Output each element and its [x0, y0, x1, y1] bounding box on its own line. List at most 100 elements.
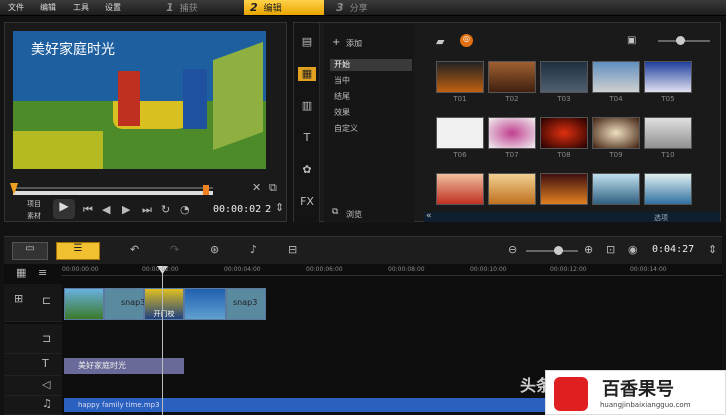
zoom-out-icon[interactable]: ⊖ — [508, 243, 517, 256]
text-clip[interactable]: 美好家庭时光 — [64, 358, 184, 374]
ruler-label: 00:00:04:00 — [224, 266, 261, 273]
ruler-label: 00:00:00:00 — [62, 266, 99, 273]
scrub-end-marker[interactable] — [203, 185, 209, 195]
video-clip[interactable]: snap3 — [104, 288, 145, 320]
title-overlay-text: 美好家庭时光 — [31, 42, 115, 58]
template-grid: T01 T02 T03 T04 T05 T06 T07 T08 T09 T10 — [430, 57, 720, 217]
template-label: T08 — [557, 151, 571, 159]
media-icon[interactable]: ▤ — [298, 35, 316, 49]
title-transition-clip[interactable]: 开门校 — [144, 288, 184, 320]
folder-icon[interactable]: ▰ — [436, 35, 444, 48]
zoom-in-icon[interactable]: ⊕ — [584, 243, 593, 256]
chapter-icon[interactable]: ≡ — [38, 266, 47, 279]
ruler-label: 00:00:10:00 — [470, 266, 507, 273]
template-thumb[interactable] — [644, 117, 692, 149]
zoom-slider[interactable] — [526, 250, 578, 252]
duration-stepper-icon[interactable]: ⇕ — [708, 243, 717, 256]
flowers-area — [13, 131, 103, 169]
template-thumb[interactable] — [540, 61, 588, 93]
add-icon[interactable]: + — [332, 37, 340, 48]
category-item[interactable]: 结尾 — [330, 91, 412, 103]
template-label: T04 — [609, 95, 623, 103]
template-thumb[interactable] — [592, 173, 640, 205]
track-manager-icon[interactable]: ▦ — [16, 266, 26, 279]
voice-track-icon[interactable]: ◁ — [42, 378, 50, 391]
scrub-track — [13, 187, 213, 189]
repeat-icon[interactable]: ↻ — [161, 203, 170, 216]
next-frame-icon[interactable]: ▶ — [122, 203, 130, 216]
auto-music-icon[interactable]: ⊟ — [288, 243, 297, 256]
record-icon[interactable]: ◎ — [460, 34, 473, 47]
redo-icon[interactable]: ↷ — [170, 243, 179, 256]
menu-tools[interactable]: 工具 — [73, 2, 89, 13]
category-item[interactable]: 自定义 — [330, 123, 412, 135]
template-thumb[interactable] — [592, 117, 640, 149]
template-thumb[interactable] — [436, 61, 484, 93]
timeline-view-button[interactable]: ☰ — [56, 242, 100, 260]
preview-panel: 美好家庭时光 ✕ ⧉ 项目 素材 ▶ ⏮ ◀ ▶ ⏭ ↻ ◔ 00:00:02 … — [4, 22, 287, 222]
close-icon[interactable]: ✕ — [252, 181, 261, 194]
menu-settings[interactable]: 设置 — [105, 2, 121, 13]
video-clip-thumb[interactable] — [64, 288, 104, 320]
timecode-stepper-icon[interactable]: ⇕ — [275, 201, 284, 214]
display-options-icon[interactable]: ▣ — [627, 35, 636, 46]
category-item[interactable]: 开始 — [330, 59, 412, 71]
go-start-icon[interactable]: ⏮ — [83, 203, 93, 217]
page-curl-effect — [213, 41, 263, 151]
playhead[interactable] — [162, 270, 163, 415]
tab-edit[interactable]: 2 编辑 — [244, 0, 324, 15]
scrub-bar[interactable] — [13, 191, 213, 195]
copy-icon[interactable]: ⧉ — [269, 181, 277, 195]
storyboard-view-button[interactable]: ▭ — [12, 242, 48, 260]
go-end-icon[interactable]: ⏭ — [142, 203, 152, 217]
overlay-track-icon[interactable]: ⊐ — [42, 332, 51, 345]
template-thumb[interactable] — [644, 173, 692, 205]
audio-clip[interactable]: happy family time.mp3 — [64, 398, 554, 412]
video-clip-thumb[interactable] — [184, 288, 226, 320]
volume-icon[interactable]: ◔ — [180, 203, 190, 216]
template-thumb[interactable] — [436, 173, 484, 205]
collapse-icon[interactable]: « — [426, 211, 432, 221]
template-thumb[interactable] — [488, 173, 536, 205]
category-item[interactable]: 效果 — [330, 107, 412, 119]
options-label[interactable]: 选项 — [654, 213, 668, 223]
title-icon[interactable]: T — [298, 131, 316, 145]
music-track-icon[interactable]: ♫ — [42, 397, 52, 410]
template-thumb[interactable] — [436, 117, 484, 149]
template-thumb[interactable] — [540, 117, 588, 149]
filter-fx-icon[interactable]: FX — [298, 195, 316, 209]
title-track-icon[interactable]: T — [42, 357, 49, 370]
project-duration: 0:04:27 — [652, 244, 695, 255]
category-item[interactable]: 当中 — [330, 75, 412, 87]
template-thumb[interactable] — [592, 61, 640, 93]
track-toggle-icon[interactable]: ⊏ — [42, 294, 51, 307]
video-track-icon[interactable]: ⊞ — [14, 292, 23, 305]
record-capture-icon[interactable]: ⊛ — [210, 243, 219, 256]
template-thumb[interactable] — [488, 61, 536, 93]
project-volume-icon[interactable]: ◉ — [628, 243, 638, 256]
instant-project-icon[interactable]: ▦ — [298, 67, 316, 81]
tab-capture[interactable]: 1 捕获 — [160, 0, 238, 15]
graphic-icon[interactable]: ✿ — [298, 163, 316, 177]
browse-icon[interactable]: ⧉ — [332, 207, 338, 217]
add-label[interactable]: 添加 — [346, 38, 362, 49]
template-thumb[interactable] — [540, 173, 588, 205]
zoom-slider-knob[interactable] — [554, 246, 563, 255]
timecode-display[interactable]: 00:00:02 — [213, 204, 261, 215]
undo-icon[interactable]: ↶ — [130, 243, 139, 256]
mode-project-label[interactable]: 项目 — [27, 199, 41, 209]
template-thumb[interactable] — [644, 61, 692, 93]
sound-mixer-icon[interactable]: ♪ — [250, 243, 257, 256]
transition-icon[interactable]: ▥ — [298, 99, 316, 113]
mode-clip-label[interactable]: 素材 — [27, 211, 41, 221]
video-clip[interactable]: snap3 — [226, 288, 266, 320]
template-thumb[interactable] — [488, 117, 536, 149]
browse-label[interactable]: 浏览 — [346, 209, 362, 220]
fit-project-icon[interactable]: ⊡ — [606, 243, 615, 256]
menu-file[interactable]: 文件 — [8, 2, 24, 13]
play-button[interactable]: ▶ — [53, 199, 75, 219]
slider-knob[interactable] — [676, 36, 685, 45]
menu-edit[interactable]: 编辑 — [40, 2, 56, 13]
prev-frame-icon[interactable]: ◀ — [102, 203, 110, 216]
tab-share[interactable]: 3 分享 — [330, 0, 410, 15]
